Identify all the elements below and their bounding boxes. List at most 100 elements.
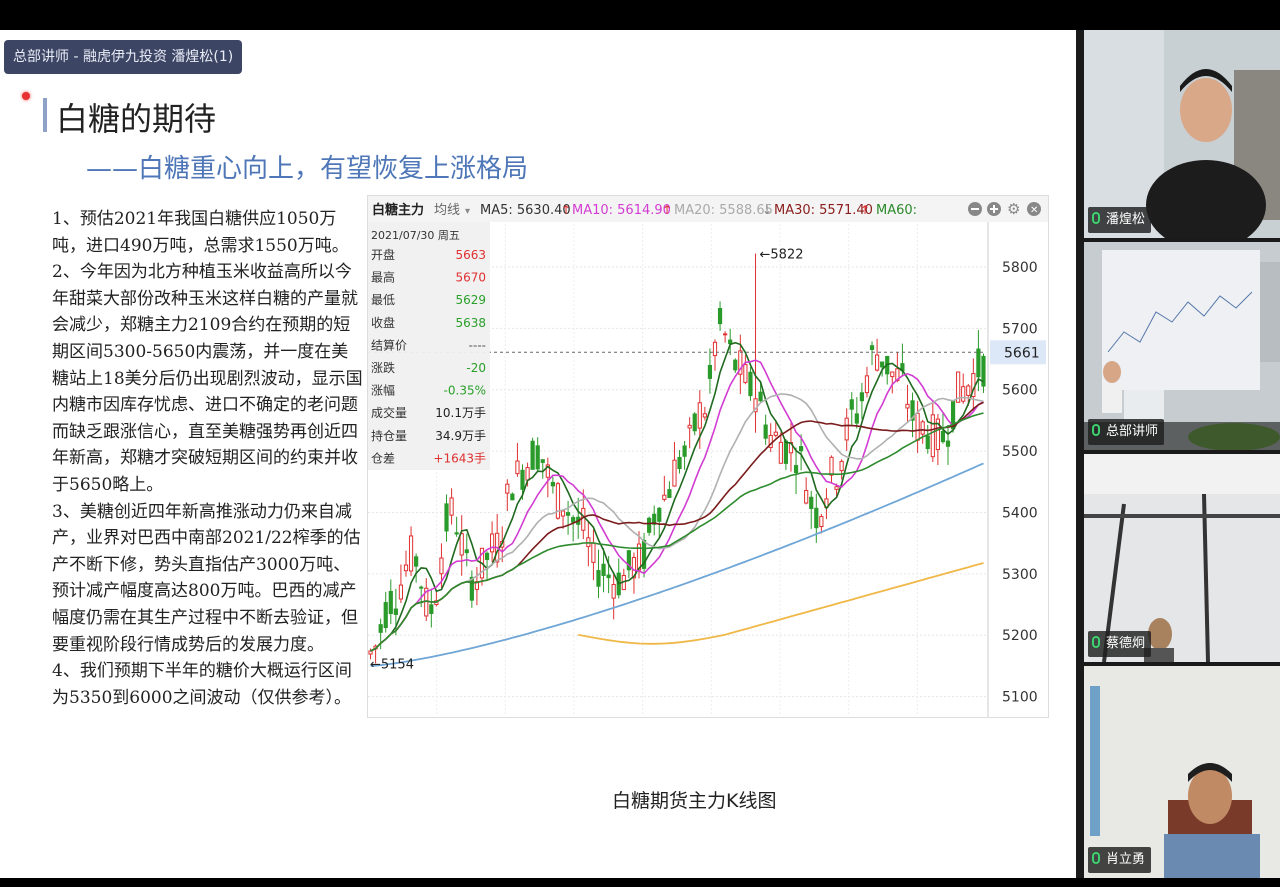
info-label: 开盘	[371, 247, 395, 262]
candle-body	[890, 371, 895, 378]
candle-body	[662, 494, 667, 500]
info-value: 5638	[455, 316, 486, 330]
chart-caption: 白糖期货主力K线图	[612, 790, 777, 812]
candle-body	[667, 489, 672, 498]
candle-body	[702, 413, 707, 418]
candle-body	[484, 552, 490, 560]
candle-body	[393, 608, 398, 615]
candle-body	[571, 517, 576, 523]
paragraph: 4、我们预期下半年的糖价大概运行区间为5350到6000之间波动（仅供参考）。	[52, 661, 352, 708]
indicator-dropdown[interactable]: 均线	[434, 203, 460, 218]
slide-title: 白糖的期待	[56, 100, 217, 138]
participant-tile[interactable]: 潘煌松	[1084, 30, 1280, 238]
paragraph: 3、美糖创近四年新高推涨动力仍来自减产，业界对巴西中南部2021/22榨季的估产…	[52, 501, 361, 655]
candle-body	[647, 517, 652, 533]
candle-body	[449, 497, 454, 516]
microphone-icon	[1092, 636, 1100, 648]
candle-body	[490, 533, 495, 553]
candle-body	[525, 467, 530, 481]
candle-body	[429, 604, 434, 614]
candle-body	[783, 440, 789, 464]
candle-body	[723, 333, 728, 336]
y-tick-label: 5200	[1002, 628, 1038, 644]
participant-name: 总部讲师	[1106, 424, 1159, 439]
candle-body	[515, 460, 520, 475]
candle-body	[611, 583, 616, 599]
candle-body	[596, 570, 601, 587]
candle-body	[414, 556, 419, 567]
participant-name-tag: 总部讲师	[1088, 419, 1165, 445]
paragraph: 1、预估2021年我国白糖供应1050万吨，进口490万吨，总需求1550万吨。	[52, 209, 349, 256]
ma5-label: MA5: 5630.40	[480, 203, 571, 218]
candle-body	[763, 424, 768, 439]
high-annotation: ←5822	[760, 247, 804, 262]
candle-body	[388, 590, 393, 615]
candle-body	[555, 483, 561, 519]
info-label: 仓差	[371, 451, 395, 465]
candle-body	[707, 364, 713, 379]
candle-body	[778, 441, 783, 464]
candle-body	[809, 496, 814, 509]
candle-body	[464, 549, 469, 554]
candle-body	[854, 413, 859, 424]
candle-body	[733, 359, 738, 371]
candle-body	[945, 440, 951, 447]
candle-body	[378, 624, 383, 633]
kline-chart[interactable]: 白糖主力 均线 ▾ MA5: 5630.40 ↑ MA10: 5614.90 ↑…	[367, 195, 1049, 718]
participant-name: 潘煌松	[1106, 212, 1146, 227]
candle-body	[717, 308, 723, 325]
y-tick-label: 5400	[1002, 505, 1038, 521]
candle-body	[829, 456, 834, 476]
info-label: 结算价	[371, 337, 407, 352]
candle-body	[459, 533, 464, 556]
participant-tile[interactable]: 蔡德炯	[1084, 454, 1280, 662]
candle-body	[505, 483, 510, 494]
info-value: 34.9万手	[435, 429, 486, 443]
candle-body	[930, 414, 935, 458]
candle-body	[601, 563, 606, 576]
candle-body	[712, 341, 718, 357]
info-value: 5629	[455, 293, 486, 307]
gear-icon[interactable]: ⚙	[1007, 200, 1020, 218]
candle-body	[905, 403, 910, 409]
candle-body	[940, 430, 946, 443]
ma10-label: MA10: 5614.90	[572, 203, 671, 218]
candle-body	[697, 402, 702, 429]
info-date: 2021/07/30 周五	[371, 229, 460, 242]
info-value: -20	[466, 361, 486, 375]
candle-body	[920, 421, 925, 435]
close-icon-glyph: ✕	[1030, 205, 1038, 216]
y-tick-label: 5800	[1002, 260, 1038, 276]
zoom-in-icon-glyph	[993, 205, 995, 213]
info-label: 最高	[371, 270, 395, 285]
presenter-tag[interactable]: 总部讲师 - 融虎伊九投资 潘煌松(1)	[4, 40, 243, 74]
bottom-bar	[0, 878, 1280, 887]
info-panel: 2021/07/30 周五 开盘 5663 最高 5670 最低 5629 收盘 5638 结算…	[368, 222, 490, 470]
kline-svg[interactable]: 白糖主力 均线 ▾ MA5: 5630.40 ↑ MA10: 5614.90 ↑…	[368, 196, 1048, 717]
arrow-down-icon: ↓	[762, 203, 772, 217]
candle-body	[864, 375, 870, 394]
candle-body	[799, 446, 804, 452]
chevron-down-icon[interactable]: ▾	[465, 206, 470, 217]
candle-body	[469, 576, 474, 601]
y-tick-label: 5500	[1002, 444, 1038, 460]
title-accent-bar	[43, 98, 47, 132]
candle-body	[677, 456, 682, 470]
top-bar	[0, 0, 1280, 30]
candle-body	[743, 364, 748, 383]
candle-body	[530, 440, 535, 470]
participant-tile[interactable]: 总部讲师	[1084, 242, 1280, 450]
candle-body	[793, 465, 799, 474]
microphone-icon	[1092, 852, 1100, 864]
candle-body	[535, 445, 540, 470]
info-label: 涨跌	[371, 360, 395, 375]
participant-tile[interactable]: 肖立勇	[1084, 666, 1280, 878]
participant-name-tag: 潘煌松	[1088, 207, 1152, 233]
y-tick-label: 5100	[1002, 690, 1038, 706]
candle-body	[859, 392, 864, 402]
bullet-dot	[22, 92, 30, 100]
info-value: 5670	[455, 271, 486, 285]
candle-body	[819, 516, 824, 528]
ma30-label: MA30: 5571.40	[774, 203, 873, 218]
candle-body	[540, 459, 545, 463]
